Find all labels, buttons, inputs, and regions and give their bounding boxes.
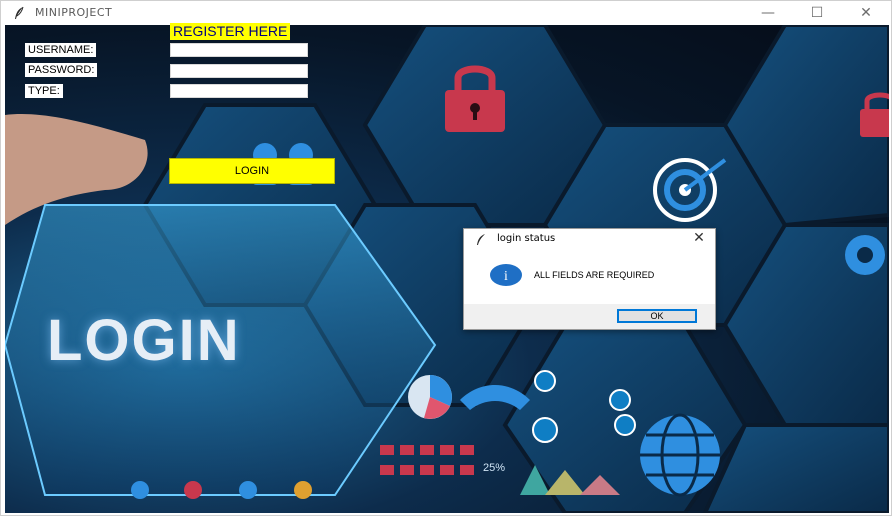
login-status-dialog: login status ✕ i ALL FIELDS ARE REQUIRED… xyxy=(463,228,716,330)
dialog-title: login status xyxy=(497,233,556,244)
username-label: USERNAME: xyxy=(25,43,97,57)
feather-icon xyxy=(477,234,485,245)
register-link[interactable]: REGISTER HERE xyxy=(170,23,291,40)
hero-login-text: LOGIN xyxy=(47,308,241,373)
ok-button[interactable]: OK xyxy=(617,309,697,323)
feather-icon xyxy=(15,6,24,19)
maximize-button[interactable]: ☐ xyxy=(794,1,840,25)
login-button[interactable]: LOGIN xyxy=(169,158,335,184)
close-window-button[interactable]: ✕ xyxy=(843,1,889,25)
dialog-message: ALL FIELDS ARE REQUIRED xyxy=(534,270,655,280)
background-image: 25% LOGIN xyxy=(5,25,889,513)
dialog-close-button[interactable]: ✕ xyxy=(690,230,708,248)
minimize-button[interactable]: — xyxy=(745,1,791,25)
username-input[interactable] xyxy=(170,43,308,57)
type-label: TYPE: xyxy=(25,84,63,98)
background-illustration: 25% xyxy=(5,25,889,513)
info-glyph: i xyxy=(504,269,508,284)
dialog-footer: OK xyxy=(464,304,715,329)
app-window: MINIPROJECT — ☐ ✕ 25% LOGIN REGISTER HER… xyxy=(0,0,892,516)
dialog-title-bar[interactable]: login status ✕ xyxy=(464,229,715,249)
stat-text: 25% xyxy=(483,462,505,474)
globe-icon xyxy=(640,413,720,497)
gear-icon xyxy=(845,235,885,275)
pie-chart-icon xyxy=(408,375,452,419)
window-title: MINIPROJECT xyxy=(35,6,113,19)
info-icon: i xyxy=(490,264,522,286)
bar-lights xyxy=(380,445,474,475)
password-label: PASSWORD: xyxy=(25,63,98,77)
type-input[interactable] xyxy=(170,84,308,98)
title-bar[interactable]: MINIPROJECT — ☐ ✕ xyxy=(1,1,891,25)
password-input[interactable] xyxy=(170,64,308,78)
